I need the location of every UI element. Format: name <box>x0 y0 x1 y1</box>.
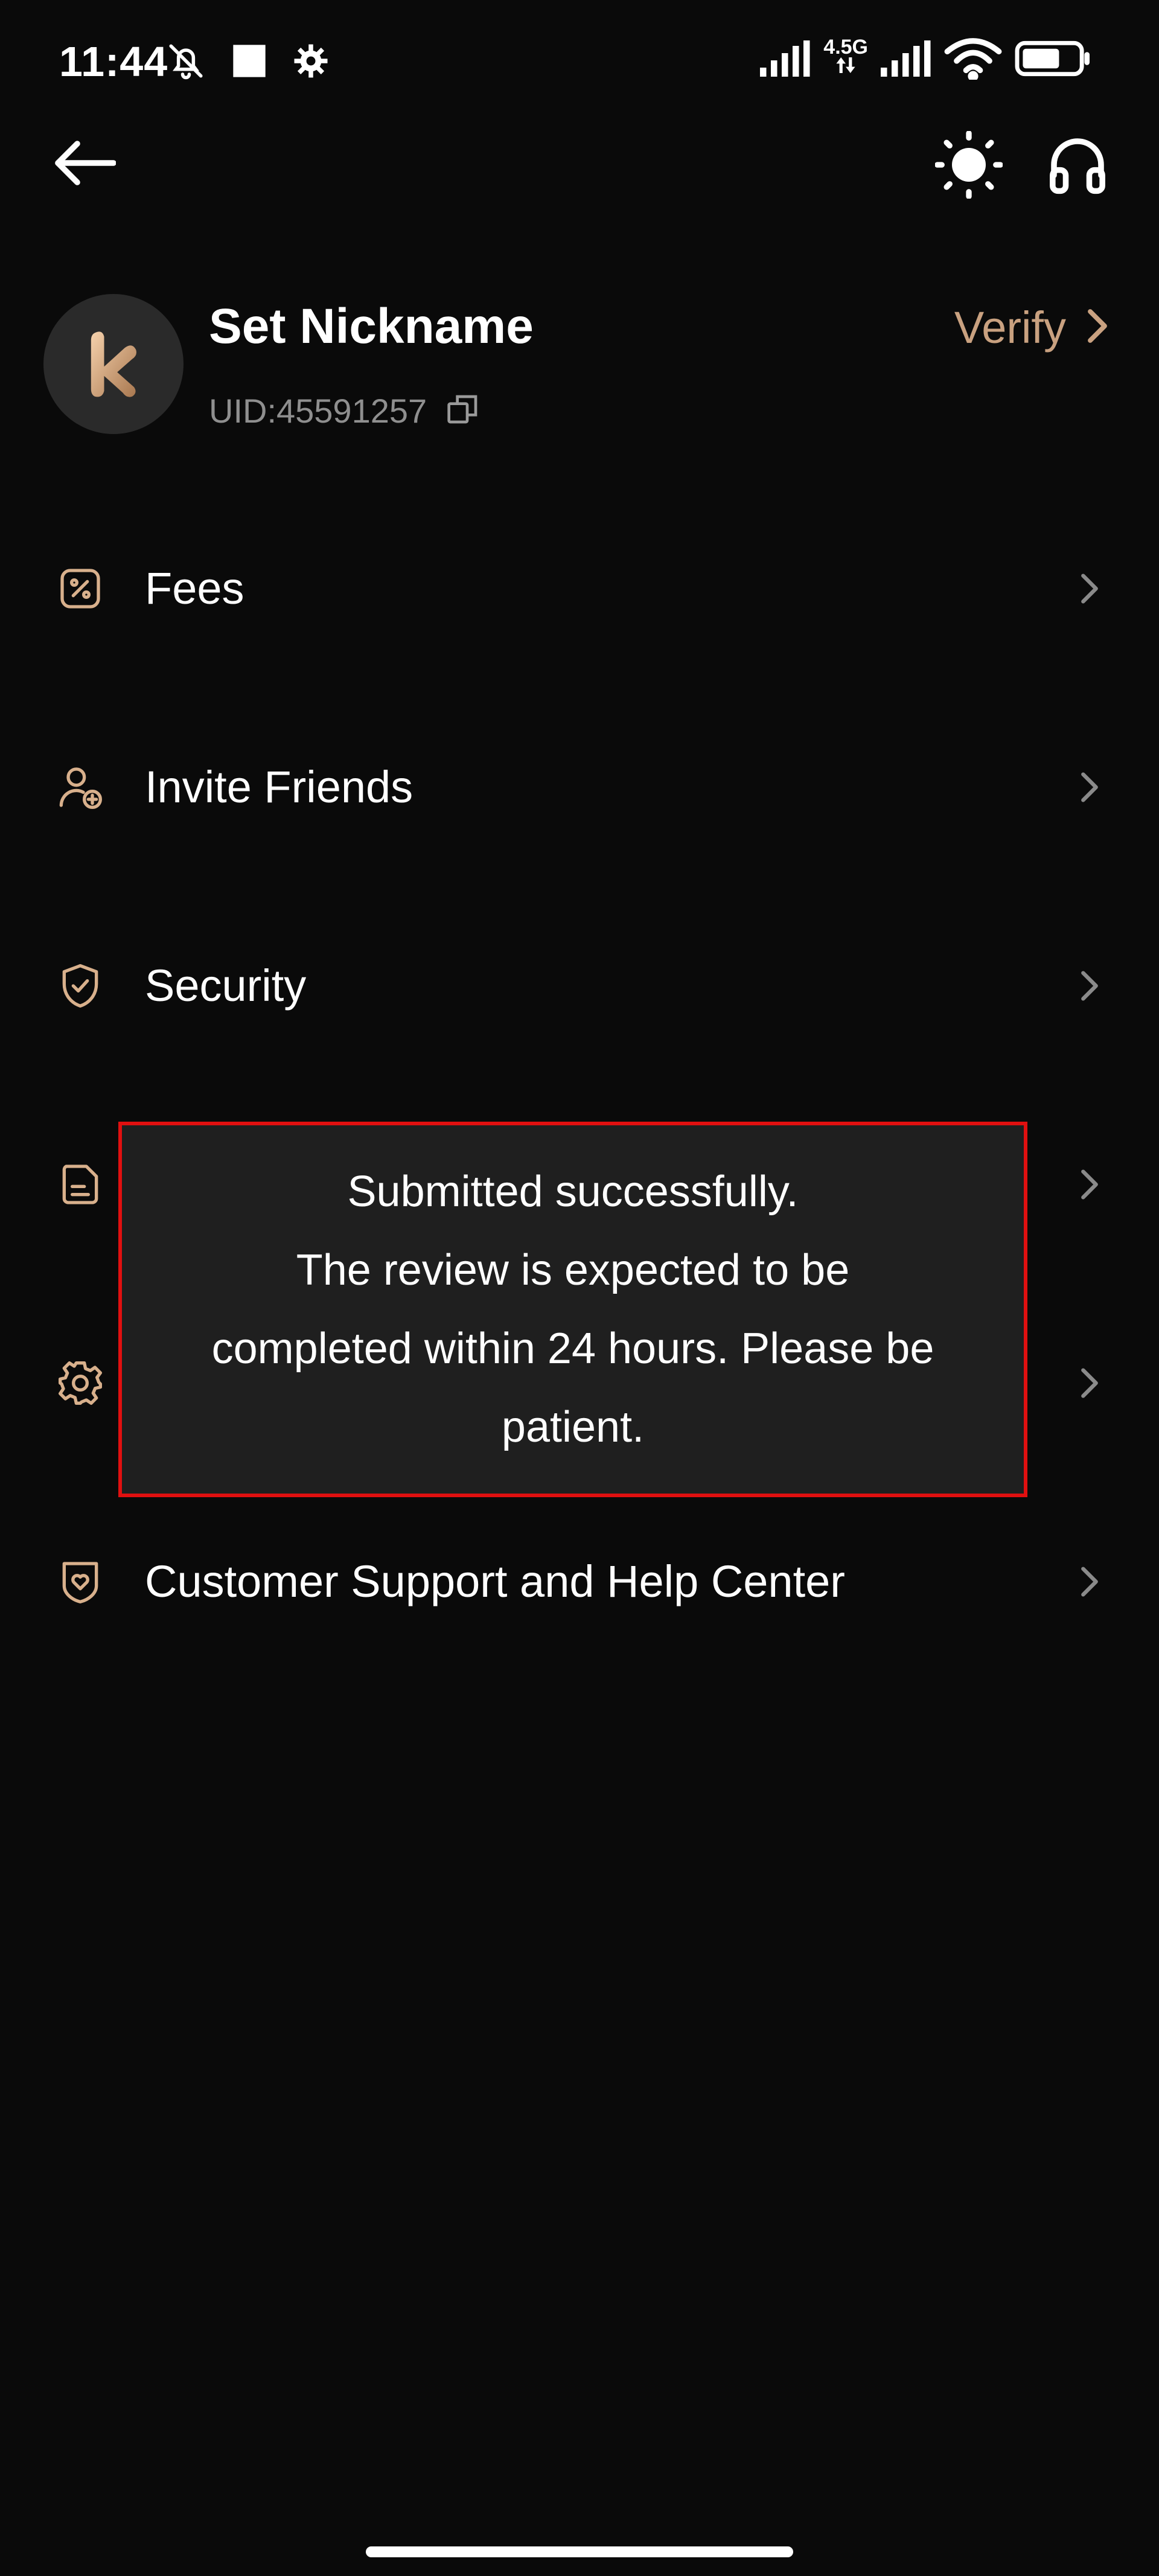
menu-item-invite-friends[interactable]: Invite Friends <box>0 688 1159 886</box>
customer-support-button[interactable] <box>1038 127 1117 205</box>
square-icon <box>230 42 269 83</box>
status-left-icons <box>166 41 329 84</box>
menu-item-fees[interactable]: Fees <box>0 489 1159 688</box>
toast-line: Submitted successfully. <box>347 1168 799 1216</box>
menu-label: Invite Friends <box>145 762 413 812</box>
chevron-right-icon <box>1074 965 1105 1007</box>
menu-label: Fees <box>145 563 244 613</box>
chevron-right-icon <box>1074 766 1105 808</box>
avatar[interactable] <box>43 294 184 434</box>
status-right-icons: 4.5G <box>759 37 1093 83</box>
home-indicator[interactable] <box>366 2546 793 2557</box>
menu-item-customer-support[interactable]: Customer Support and Help Center <box>0 1482 1159 1681</box>
battery-icon <box>1014 40 1093 80</box>
chevron-right-icon <box>1074 1561 1105 1603</box>
toast-line: completed within 24 hours. Please be <box>211 1325 934 1373</box>
headphones-icon <box>1046 133 1109 199</box>
document-icon <box>54 1159 106 1210</box>
shield-check-icon <box>54 960 106 1012</box>
network-label: 4.5G <box>823 36 868 59</box>
verify-link[interactable]: Verify <box>954 302 1108 353</box>
network-indicator: 4.5G <box>823 37 868 76</box>
status-time: 11:44 <box>59 38 168 85</box>
toast-line: patient. <box>501 1403 645 1451</box>
chevron-right-icon <box>1087 308 1108 347</box>
nickname-title[interactable]: Set Nickname <box>209 298 534 355</box>
menu-label: Security <box>145 960 307 1011</box>
toast-line: The review is expected to be <box>296 1246 850 1294</box>
chevron-right-icon <box>1074 1163 1105 1206</box>
wifi-icon <box>944 37 1002 83</box>
chevron-right-icon <box>1074 1362 1105 1404</box>
menu-item-security[interactable]: Security <box>0 886 1159 1085</box>
gear-icon <box>54 1357 106 1409</box>
uid-row: UID:45591257 <box>209 391 480 430</box>
user-plus-icon <box>54 761 106 813</box>
status-bar: 11:44 4.5G <box>0 0 1159 133</box>
menu-label: Customer Support and Help Center <box>145 1556 845 1606</box>
bell-muted-icon <box>166 41 206 84</box>
signal-icon <box>759 40 811 80</box>
verify-label: Verify <box>954 302 1066 353</box>
back-button[interactable] <box>48 134 121 194</box>
data-arrows-icon <box>835 57 857 76</box>
chevron-right-icon <box>1074 567 1105 610</box>
percent-icon <box>54 563 106 615</box>
settings-menu: Fees Invite Friends Security Customer Su… <box>0 489 1159 1681</box>
uid-text: UID:45591257 <box>209 392 427 430</box>
success-toast: Submitted successfully. The review is ex… <box>118 1122 1027 1497</box>
heart-shield-icon <box>54 1556 106 1608</box>
back-arrow-icon <box>53 139 117 190</box>
signal-icon <box>880 40 932 80</box>
gear-icon <box>293 43 329 82</box>
sun-icon <box>934 130 1003 202</box>
k-logo-icon <box>76 325 151 403</box>
theme-toggle-button[interactable] <box>930 127 1008 205</box>
copy-icon[interactable] <box>446 392 480 429</box>
